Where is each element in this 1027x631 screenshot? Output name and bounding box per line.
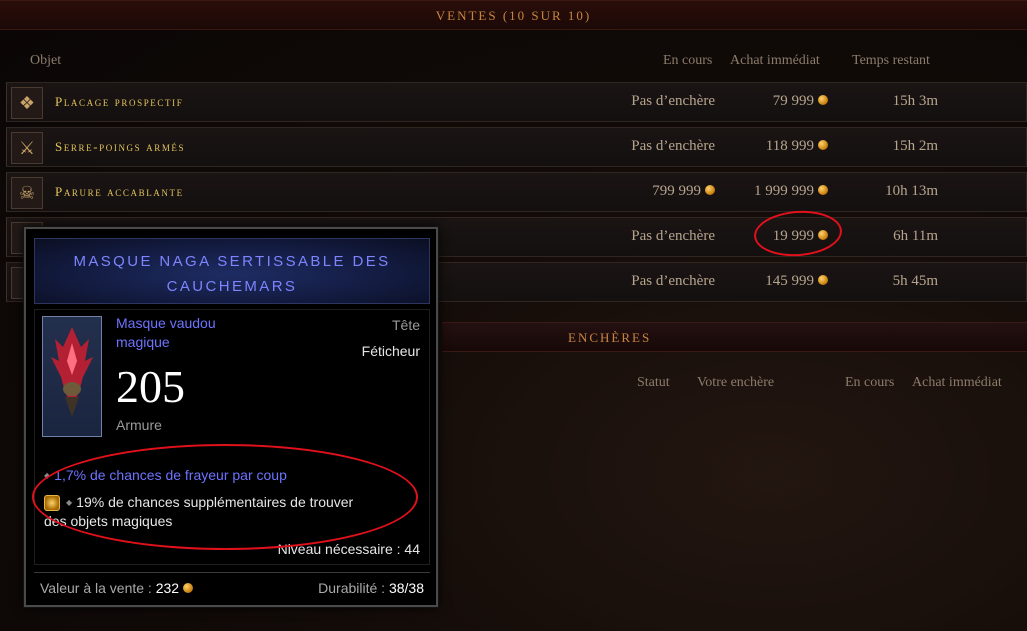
column-buyout[interactable]: Achat immédiat (730, 53, 820, 69)
sale-row[interactable]: ☠ Parure accablante 799 999 1 999 999 10… (6, 172, 1027, 212)
buyout-price: 118 999 (766, 138, 828, 155)
column-time-left[interactable]: Temps restant (852, 53, 930, 69)
buyout-price: 1 999 999 (754, 183, 828, 200)
fist-weapon-icon: ⚔ (11, 132, 43, 164)
sell-value: Valeur à la vente : 232 (40, 580, 194, 596)
time-left: 10h 13m (885, 183, 938, 199)
column-current[interactable]: En cours (663, 53, 712, 69)
auctions-header-bar: ENCHÈRES (442, 322, 1027, 352)
tooltip-footer: Valeur à la vente : 232 Durabilité : 38/… (34, 572, 430, 600)
column-current[interactable]: En cours (845, 375, 894, 391)
auctions-title: ENCHÈRES (568, 330, 652, 345)
voodoo-mask-icon (51, 327, 93, 417)
item-title: MASQUE NAGA SERTISSABLE DES CAUCHEMARS (73, 253, 391, 295)
gold-coin-icon (818, 275, 828, 285)
gold-coin-icon (705, 185, 715, 195)
sales-header-bar: VENTES (10 SUR 10) (0, 0, 1027, 30)
time-left: 6h 11m (893, 228, 938, 244)
item-name: Serre-poings armés (55, 139, 186, 154)
item-portrait (42, 316, 102, 437)
sale-row[interactable]: ⚔ Serre-poings armés Pas d’enchère 118 9… (6, 127, 1027, 167)
gold-coin-icon (818, 140, 828, 150)
time-left: 5h 45m (892, 273, 938, 289)
amulet-icon: ☠ (11, 177, 43, 209)
gold-coin-icon (183, 583, 194, 593)
column-buyout[interactable]: Achat immédiat (912, 375, 1002, 391)
current-bid: Pas d’enchère (631, 93, 715, 109)
current-bid: Pas d’enchère (631, 228, 715, 244)
item-slot: Tête (391, 317, 420, 333)
time-left: 15h 2m (892, 138, 938, 154)
gold-coin-icon (818, 185, 828, 195)
armor-label: Armure (116, 417, 162, 433)
durability: Durabilité : 38/38 (318, 580, 424, 596)
item-tooltip: MASQUE NAGA SERTISSABLE DES CAUCHEMARS M… (24, 227, 438, 607)
sale-row[interactable]: ❖ Placage prospectif Pas d’enchère 79 99… (6, 82, 1027, 122)
tooltip-title-bar: MASQUE NAGA SERTISSABLE DES CAUCHEMARS (34, 238, 430, 304)
buyout-price: 145 999 (765, 273, 828, 290)
annotation-circle (32, 444, 418, 550)
column-status[interactable]: Statut (637, 375, 670, 391)
column-item[interactable]: Objet (30, 53, 61, 69)
current-bid: Pas d’enchère (631, 273, 715, 289)
item-name: Placage prospectif (55, 94, 184, 109)
item-type: Masque vaudou magique (116, 315, 216, 350)
current-bid: 799 999 (652, 183, 715, 200)
item-class: Féticheur (361, 343, 420, 359)
armor-icon: ❖ (11, 87, 43, 119)
gold-coin-icon (818, 95, 828, 105)
sales-title: VENTES (10 SUR 10) (435, 8, 592, 23)
current-bid: Pas d’enchère (631, 138, 715, 154)
time-left: 15h 3m (892, 93, 938, 109)
column-your-bid[interactable]: Votre enchère (697, 375, 774, 391)
item-name: Parure accablante (55, 184, 184, 199)
buyout-price: 79 999 (773, 93, 828, 110)
armor-value: 205 (116, 361, 185, 412)
